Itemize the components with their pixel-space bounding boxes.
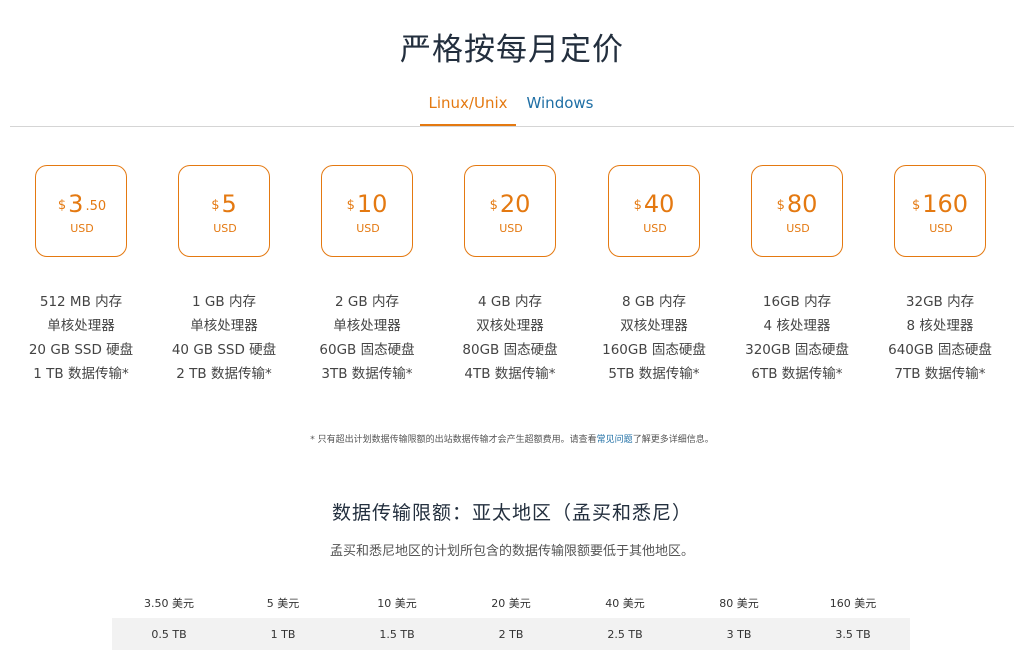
price-value: $10 <box>322 190 414 218</box>
footnote-text: * 只有超出计划数据传输限额的出站数据传输才会产生超额费用。请查看 <box>310 435 597 445</box>
table-cell: 2.5 TB <box>607 627 643 641</box>
dollar-sign: $ <box>633 198 642 213</box>
spec-transfer: 7TB 数据传输* <box>894 366 986 382</box>
plan-specs: 8 GB 内存 双核处理器 160GB 固态硬盘 5TB 数据传输* <box>574 290 734 386</box>
spec-storage: 20 GB SSD 硬盘 <box>28 342 134 358</box>
table-cell: 1.5 TB <box>379 627 415 641</box>
price-value: $40 <box>609 190 701 218</box>
spec-cpu: 单核处理器 <box>333 318 401 334</box>
spec-cpu: 单核处理器 <box>47 318 115 334</box>
plan-specs: 1 GB 内存 单核处理器 40 GB SSD 硬盘 2 TB 数据传输* <box>144 290 304 386</box>
table-header-cell: 80 美元 <box>719 597 759 610</box>
price-amount: 80 <box>786 190 818 218</box>
price-amount: 10 <box>356 190 388 218</box>
dollar-sign: $ <box>211 198 220 213</box>
currency-label: USD <box>786 222 810 235</box>
price-box[interactable]: $80 USD <box>751 165 843 257</box>
tabs-divider <box>10 126 1014 127</box>
table-header-cell: 40 美元 <box>605 597 645 610</box>
table-cell: 3.5 TB <box>835 627 871 641</box>
os-tabs: Linux/Unix Windows <box>0 92 1024 128</box>
currency-label: USD <box>643 222 667 235</box>
currency-label: USD <box>929 222 953 235</box>
price-value: $20 <box>465 190 557 218</box>
table-header-row: 3.50 美元 5 美元 10 美元 20 美元 40 美元 80 美元 160… <box>112 588 910 618</box>
faq-link[interactable]: 常见问题 <box>597 435 633 445</box>
table-header-cell: 10 美元 <box>377 597 417 610</box>
spec-transfer: 3TB 数据传输* <box>321 366 413 382</box>
price-cents: .50 <box>85 199 107 214</box>
spec-transfer: 4TB 数据传输* <box>464 366 556 382</box>
price-box[interactable]: $40 USD <box>608 165 700 257</box>
plan-specs: 512 MB 内存 单核处理器 20 GB SSD 硬盘 1 TB 数据传输* <box>1 290 161 386</box>
table-cell: 2 TB <box>498 627 524 641</box>
plan-specs: 32GB 内存 8 核处理器 640GB 固态硬盘 7TB 数据传输* <box>860 290 1020 386</box>
spec-storage: 60GB 固态硬盘 <box>319 342 415 358</box>
price-box[interactable]: $10 USD <box>321 165 413 257</box>
price-amount: 5 <box>221 190 237 218</box>
tab-windows[interactable]: Windows <box>524 92 596 124</box>
transfer-section-title: 数据传输限额：亚太地区（孟买和悉尼） <box>331 502 692 524</box>
dollar-sign: $ <box>489 198 498 213</box>
spec-memory: 1 GB 内存 <box>192 294 256 310</box>
spec-memory: 4 GB 内存 <box>478 294 542 310</box>
table-header-cell: 3.50 美元 <box>144 597 194 610</box>
dollar-sign: $ <box>776 198 785 213</box>
spec-transfer: 6TB 数据传输* <box>751 366 843 382</box>
price-box[interactable]: $3.50 USD <box>35 165 127 257</box>
transfer-table: 3.50 美元 5 美元 10 美元 20 美元 40 美元 80 美元 160… <box>112 588 910 650</box>
price-box[interactable]: $160 USD <box>894 165 986 257</box>
spec-cpu: 8 核处理器 <box>906 318 974 334</box>
spec-transfer: 2 TB 数据传输* <box>176 366 272 382</box>
spec-memory: 32GB 内存 <box>905 294 975 310</box>
price-value: $80 <box>752 190 844 218</box>
currency-label: USD <box>70 222 94 235</box>
spec-cpu: 单核处理器 <box>190 318 258 334</box>
table-header-cell: 160 美元 <box>829 597 877 610</box>
table-cell: 3 TB <box>726 627 752 641</box>
price-box[interactable]: $5 USD <box>178 165 270 257</box>
spec-transfer: 1 TB 数据传输* <box>33 366 129 382</box>
price-amount: 160 <box>922 190 969 218</box>
spec-memory: 512 MB 内存 <box>39 294 123 310</box>
price-value: $3.50 <box>36 190 128 218</box>
plan-specs: 16GB 内存 4 核处理器 320GB 固态硬盘 6TB 数据传输* <box>717 290 877 386</box>
page-title: 严格按每月定价 <box>400 32 624 68</box>
dollar-sign: $ <box>346 198 355 213</box>
plan-specs: 4 GB 内存 双核处理器 80GB 固态硬盘 4TB 数据传输* <box>430 290 590 386</box>
tab-linux-unix[interactable]: Linux/Unix <box>420 92 516 126</box>
spec-storage: 320GB 固态硬盘 <box>745 342 849 358</box>
currency-label: USD <box>213 222 237 235</box>
dollar-sign: $ <box>57 198 67 213</box>
price-value: $160 <box>895 190 987 218</box>
table-cell: 0.5 TB <box>151 627 187 641</box>
table-cell: 1 TB <box>270 627 296 641</box>
footnote: * 只有超出计划数据传输限额的出站数据传输才会产生超额费用。请查看常见问题了解更… <box>0 432 1024 445</box>
plan-specs: 2 GB 内存 单核处理器 60GB 固态硬盘 3TB 数据传输* <box>287 290 447 386</box>
transfer-section-subtitle: 孟买和悉尼地区的计划所包含的数据传输限额要低于其他地区。 <box>329 544 694 559</box>
price-amount: 3 <box>68 190 84 218</box>
spec-memory: 16GB 内存 <box>762 294 832 310</box>
spec-memory: 8 GB 内存 <box>622 294 686 310</box>
dollar-sign: $ <box>911 198 921 213</box>
currency-label: USD <box>499 222 523 235</box>
spec-cpu: 双核处理器 <box>476 318 544 334</box>
currency-label: USD <box>356 222 380 235</box>
price-box[interactable]: $20 USD <box>464 165 556 257</box>
table-header-cell: 5 美元 <box>266 597 300 610</box>
table-header-cell: 20 美元 <box>491 597 531 610</box>
spec-storage: 80GB 固态硬盘 <box>462 342 558 358</box>
price-amount: 20 <box>499 190 531 218</box>
price-amount: 40 <box>643 190 675 218</box>
spec-storage: 640GB 固态硬盘 <box>888 342 992 358</box>
table-row: 0.5 TB 1 TB 1.5 TB 2 TB 2.5 TB 3 TB 3.5 … <box>112 618 910 650</box>
spec-memory: 2 GB 内存 <box>335 294 399 310</box>
footnote-text-end: 了解更多详细信息。 <box>632 435 714 445</box>
price-value: $5 <box>179 190 271 218</box>
spec-storage: 160GB 固态硬盘 <box>602 342 706 358</box>
spec-storage: 40 GB SSD 硬盘 <box>171 342 277 358</box>
spec-cpu: 4 核处理器 <box>763 318 831 334</box>
spec-cpu: 双核处理器 <box>620 318 688 334</box>
spec-transfer: 5TB 数据传输* <box>608 366 700 382</box>
